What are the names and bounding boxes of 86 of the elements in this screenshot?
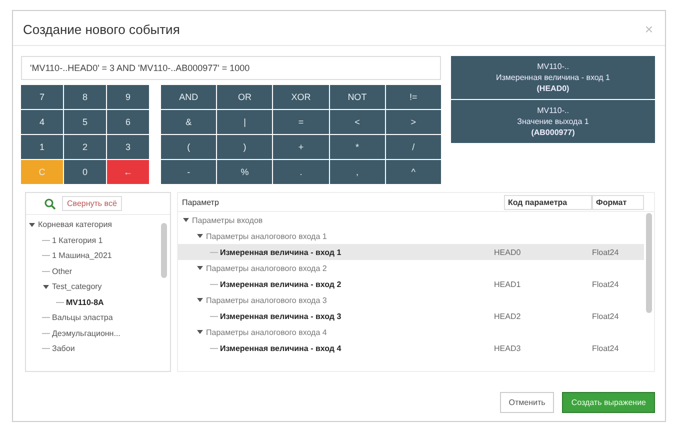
scrollbar[interactable] [161, 223, 167, 278]
parameter-name: Измеренная величина - вход 2 [220, 280, 342, 288]
operator-key[interactable]: & [161, 110, 216, 134]
cancel-button[interactable]: Отменить [500, 392, 554, 413]
table-row[interactable]: Измеренная величина - вход 2 HEAD1 Float24 [178, 276, 644, 292]
table-cell: HEAD1 [494, 280, 521, 288]
group-label: Параметры входов [192, 216, 263, 224]
variable-code: (HEAD0) [536, 84, 570, 93]
table-cell: HEAD0 [494, 248, 521, 256]
caret-down-icon[interactable] [183, 217, 189, 223]
table-cell: Float24 [592, 344, 619, 352]
operator-key[interactable]: / [386, 135, 441, 159]
operator-key[interactable]: != [386, 85, 441, 109]
tree-item[interactable]: Вальцы эластра [52, 313, 113, 322]
table-cell: Float24 [592, 312, 619, 320]
search-icon[interactable] [44, 198, 56, 210]
operator-key[interactable]: ^ [386, 160, 441, 184]
parameter-name: Измеренная величина - вход 4 [220, 344, 342, 352]
variable-device: MV110-.. [537, 62, 569, 71]
keypad-key[interactable]: 7 [21, 85, 63, 109]
operator-key[interactable]: , [330, 160, 385, 184]
table-cell: Float24 [592, 248, 619, 256]
keypad-key[interactable]: 5 [64, 110, 106, 134]
caret-down-icon[interactable] [197, 233, 203, 239]
variable-name: Измеренная величина - вход 1 [496, 73, 610, 82]
expression-field[interactable]: 'MV110-..HEAD0' = 3 AND 'MV110-..AB000977' = 1000 [21, 56, 441, 80]
table-row[interactable]: Измеренная величина - вход 3 HEAD2 Float24 [178, 308, 644, 324]
group-label: Параметры аналогового входа 2 [206, 264, 327, 272]
variable-device: MV110-.. [537, 106, 569, 115]
variable-name: Значение выхода 1 [517, 117, 589, 126]
group-label: Параметры аналогового входа 1 [206, 232, 327, 240]
group-label: Параметры аналогового входа 4 [206, 328, 327, 336]
table-row[interactable]: Измеренная величина - вход 1 HEAD0 Float24 [178, 244, 644, 260]
operator-key[interactable]: AND [161, 85, 216, 109]
operator-key[interactable]: OR [217, 85, 272, 109]
variable-card[interactable]: MV110-.. Значение выхода 1 (AB000977) [451, 100, 655, 143]
keypad-key[interactable]: 1 [21, 135, 63, 159]
operator-key[interactable]: < [330, 110, 385, 134]
operator-key[interactable]: XOR [273, 85, 329, 109]
variable-card[interactable]: MV110-.. Измеренная величина - вход 1 (HEAD0) [451, 56, 655, 99]
operator-key[interactable]: = [273, 110, 329, 134]
tree-item[interactable]: Test_category [52, 282, 102, 292]
keypad-key[interactable]: 8 [64, 85, 106, 109]
operator-key[interactable]: ( [161, 135, 216, 159]
operator-key[interactable]: * [330, 135, 385, 159]
dialog-title: Создание нового события [23, 22, 180, 36]
tree-item[interactable]: 1 Машина_2021 [52, 251, 112, 260]
tree-item[interactable]: Забои [52, 344, 75, 354]
tree-item[interactable]: Деэмульгационн... [52, 328, 120, 338]
keypad-key[interactable]: ← [107, 160, 149, 184]
operator-key[interactable]: . [273, 160, 329, 184]
tree-item[interactable]: 1 Категория 1 [52, 236, 103, 245]
parameter-name: Измеренная величина - вход 3 [220, 312, 342, 320]
keypad-key[interactable]: 0 [64, 160, 106, 184]
column-header[interactable]: Параметр [178, 198, 504, 206]
caret-down-icon[interactable] [197, 329, 203, 335]
operator-key[interactable]: % [217, 160, 272, 184]
table-row[interactable]: Измеренная величина - вход 4 HEAD3 Float24 [178, 340, 644, 356]
keypad-key[interactable]: 4 [21, 110, 63, 134]
column-header[interactable]: Формат [592, 194, 644, 210]
table-cell: HEAD2 [494, 312, 521, 320]
variable-code: (AB000977) [531, 128, 575, 137]
keypad-key[interactable]: 9 [107, 85, 149, 109]
operator-key[interactable]: NOT [330, 85, 385, 109]
table-cell: HEAD3 [494, 344, 521, 352]
table-cell: Float24 [592, 280, 619, 288]
caret-down-icon[interactable] [29, 222, 35, 228]
operator-key[interactable]: + [273, 135, 329, 159]
tree-item[interactable]: MV110-8A [66, 298, 104, 307]
tree-item[interactable]: Other [52, 266, 72, 276]
operator-key[interactable]: - [161, 160, 216, 184]
keypad-key[interactable]: 2 [64, 135, 106, 159]
operator-key[interactable]: | [217, 110, 272, 134]
keypad-key[interactable]: 3 [107, 135, 149, 159]
operator-key[interactable]: > [386, 110, 441, 134]
tree-item[interactable]: Корневая категория [38, 220, 112, 230]
operator-key[interactable]: ) [217, 135, 272, 159]
group-label: Параметры аналогового входа 3 [206, 296, 327, 304]
caret-down-icon[interactable] [197, 297, 203, 303]
keypad-key[interactable]: 6 [107, 110, 149, 134]
caret-down-icon[interactable] [197, 265, 203, 271]
column-header[interactable]: Код параметра [504, 194, 592, 210]
caret-down-icon[interactable] [43, 284, 49, 290]
parameter-name: Измеренная величина - вход 1 [220, 248, 342, 256]
collapse-all-button[interactable]: Свернуть всё [62, 196, 122, 211]
scrollbar[interactable] [646, 213, 652, 313]
